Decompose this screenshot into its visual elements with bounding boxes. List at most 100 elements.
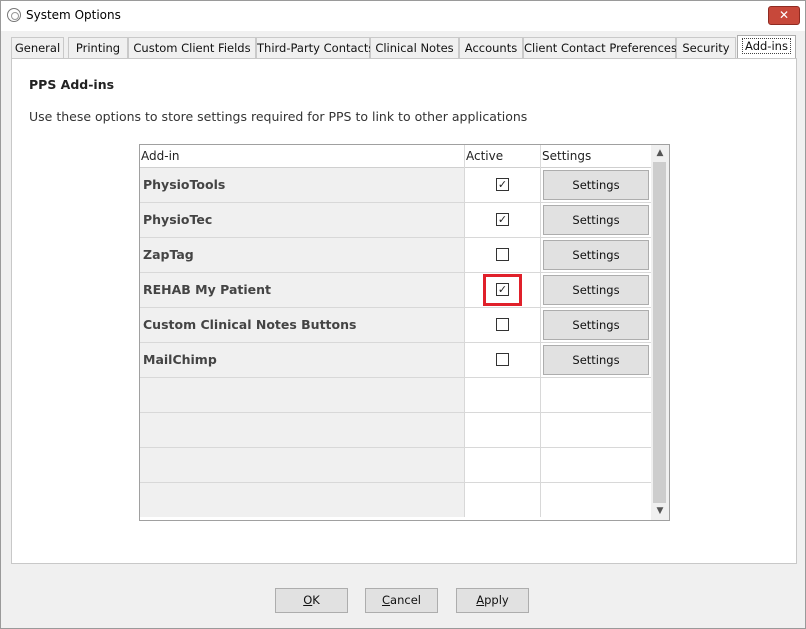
column-divider — [464, 145, 465, 168]
ok-mnemonic: O — [303, 593, 313, 607]
add-in-name: ZapTag — [140, 238, 465, 272]
active-checkbox[interactable]: ✓ — [496, 178, 509, 191]
active-cell: ✓ — [465, 273, 541, 307]
add-in-name: PhysioTools — [140, 168, 465, 202]
tab-strip: General Printing Custom Client Fields Th… — [11, 35, 799, 59]
column-header-settings[interactable]: Settings — [542, 149, 591, 163]
settings-button[interactable]: Settings — [543, 170, 649, 200]
active-checkbox[interactable] — [496, 318, 509, 331]
active-cell — [465, 238, 541, 272]
grid-row-empty — [140, 448, 651, 483]
settings-cell: Settings — [541, 343, 651, 377]
settings-cell: Settings — [541, 238, 651, 272]
column-divider — [540, 145, 541, 168]
grid-row-empty — [140, 483, 651, 518]
settings-button[interactable]: Settings — [543, 205, 649, 235]
tab-general[interactable]: General — [11, 37, 64, 58]
apply-button[interactable]: Apply — [456, 588, 529, 613]
empty-settings-cell[interactable] — [541, 378, 651, 412]
empty-settings-cell[interactable] — [541, 483, 651, 517]
tab-printing[interactable]: Printing — [68, 37, 128, 58]
scroll-down-icon[interactable]: ▼ — [651, 503, 669, 520]
active-checkbox[interactable] — [496, 248, 509, 261]
grid-row: REHAB My Patient ✓ Settings — [140, 273, 651, 308]
tab-custom-client-fields[interactable]: Custom Client Fields — [128, 37, 256, 58]
active-checkbox[interactable] — [496, 353, 509, 366]
active-cell — [465, 343, 541, 377]
add-in-name: REHAB My Patient — [140, 273, 465, 307]
tab-add-ins[interactable]: Add-ins — [737, 35, 796, 59]
grid-row: MailChimp Settings — [140, 343, 651, 378]
settings-cell: Settings — [541, 308, 651, 342]
settings-cell: Settings — [541, 273, 651, 307]
window-title: System Options — [26, 8, 121, 22]
section-description: Use these options to store settings requ… — [29, 109, 528, 124]
tab-label: Add-ins — [742, 38, 791, 54]
column-header-add-in[interactable]: Add-in — [141, 149, 180, 163]
close-button[interactable]: ✕ — [768, 6, 800, 25]
settings-button[interactable]: Settings — [543, 240, 649, 270]
empty-name-cell[interactable] — [140, 483, 465, 517]
tab-clinical-notes[interactable]: Clinical Notes — [370, 37, 459, 58]
cancel-button[interactable]: Cancel — [365, 588, 438, 613]
add-ins-grid: Add-in Active Settings PhysioTools ✓ Set… — [139, 144, 670, 521]
title-bar[interactable]: System Options ✕ — [1, 1, 805, 31]
scroll-thumb[interactable] — [653, 162, 666, 503]
empty-name-cell[interactable] — [140, 448, 465, 482]
settings-cell: Settings — [541, 168, 651, 202]
system-options-window: System Options ✕ General Printing Custom… — [0, 0, 806, 629]
empty-settings-cell[interactable] — [541, 413, 651, 447]
grid-row: Custom Clinical Notes Buttons Settings — [140, 308, 651, 343]
empty-active-cell[interactable] — [465, 483, 541, 517]
vertical-scrollbar[interactable]: ▲ ▼ — [651, 145, 669, 520]
column-header-active[interactable]: Active — [466, 149, 503, 163]
empty-name-cell[interactable] — [140, 413, 465, 447]
scroll-up-icon[interactable]: ▲ — [651, 145, 669, 162]
add-in-name: Custom Clinical Notes Buttons — [140, 308, 465, 342]
tab-label: Client Contact Preferences — [524, 41, 677, 55]
grid-row: ZapTag Settings — [140, 238, 651, 273]
grid-row: PhysioTec ✓ Settings — [140, 203, 651, 238]
grid-row-empty — [140, 413, 651, 448]
tab-label: Printing — [75, 41, 121, 55]
tab-label: General — [14, 41, 61, 55]
tab-accounts[interactable]: Accounts — [459, 37, 523, 58]
ok-button[interactable]: OK — [275, 588, 348, 613]
tab-third-party-contacts[interactable]: Third-Party Contacts — [256, 37, 374, 58]
empty-name-cell[interactable] — [140, 378, 465, 412]
add-ins-panel: PPS Add-ins Use these options to store s… — [11, 58, 797, 564]
apply-label: pply — [484, 593, 509, 607]
tab-label: Accounts — [464, 41, 518, 55]
add-in-name: MailChimp — [140, 343, 465, 377]
settings-cell: Settings — [541, 203, 651, 237]
tab-label: Clinical Notes — [375, 41, 454, 55]
active-cell: ✓ — [465, 203, 541, 237]
settings-button[interactable]: Settings — [543, 275, 649, 305]
ok-label: K — [312, 593, 320, 607]
active-cell — [465, 308, 541, 342]
active-cell: ✓ — [465, 168, 541, 202]
active-checkbox[interactable]: ✓ — [496, 283, 509, 296]
section-title: PPS Add-ins — [29, 77, 115, 92]
cancel-mnemonic: C — [382, 593, 391, 607]
cancel-label: ancel — [390, 593, 421, 607]
empty-active-cell[interactable] — [465, 378, 541, 412]
apply-mnemonic: A — [476, 593, 485, 607]
empty-active-cell[interactable] — [465, 413, 541, 447]
settings-button[interactable]: Settings — [543, 345, 649, 375]
app-icon — [7, 8, 21, 22]
empty-settings-cell[interactable] — [541, 448, 651, 482]
tab-label: Custom Client Fields — [133, 41, 251, 55]
grid-row: PhysioTools ✓ Settings — [140, 168, 651, 203]
empty-active-cell[interactable] — [465, 448, 541, 482]
tab-label: Security — [682, 41, 730, 55]
grid-header: Add-in Active Settings — [140, 145, 651, 168]
close-icon: ✕ — [778, 8, 790, 22]
active-checkbox[interactable]: ✓ — [496, 213, 509, 226]
tab-security[interactable]: Security — [676, 37, 736, 58]
grid-row-empty — [140, 378, 651, 413]
tab-client-contact-preferences[interactable]: Client Contact Preferences — [523, 37, 677, 58]
settings-button[interactable]: Settings — [543, 310, 649, 340]
tab-label: Third-Party Contacts — [257, 41, 375, 55]
add-in-name: PhysioTec — [140, 203, 465, 237]
